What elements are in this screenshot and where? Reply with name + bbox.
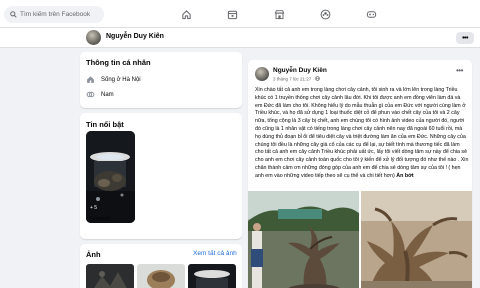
groups-icon[interactable] bbox=[317, 6, 333, 22]
featured-title: Tin nổi bật bbox=[86, 120, 124, 129]
gender-icon bbox=[86, 91, 95, 98]
avatar[interactable] bbox=[86, 30, 101, 45]
home-location-icon bbox=[87, 76, 94, 83]
profile-name[interactable]: Nguyễn Duy Kiên bbox=[106, 33, 164, 40]
intro-card: Thông tin cá nhân Sống ở Hà Nội Nam bbox=[80, 52, 242, 108]
post-card: Nguyễn Duy Kiên 3 tháng 7 lúc 21:27 · ••… bbox=[248, 60, 472, 288]
post-timestamp[interactable]: 3 tháng 7 lúc 21:27 · bbox=[273, 76, 321, 82]
featured-story-thumbnail[interactable]: + 5 bbox=[86, 131, 135, 223]
search-box[interactable] bbox=[4, 6, 104, 23]
photo-image bbox=[137, 264, 185, 288]
post-photo[interactable] bbox=[248, 191, 359, 288]
post-more-options-button[interactable]: ••• bbox=[456, 66, 463, 75]
photos-card: Ảnh Xem tất cả ảnh bbox=[80, 244, 242, 288]
calendar-icon[interactable] bbox=[224, 6, 240, 22]
featured-count: + 5 bbox=[90, 205, 98, 211]
featured-label: Featured bbox=[90, 216, 111, 222]
home-icon[interactable] bbox=[178, 6, 194, 22]
post-text: Xin chào tất cả anh em trong làng chơi c… bbox=[255, 87, 469, 181]
profile-sticky-header: Nguyễn Duy Kiên ••• bbox=[0, 28, 480, 48]
post-date-text: 3 tháng 7 lúc 21:27 · bbox=[273, 76, 316, 82]
photo-image bbox=[188, 264, 236, 288]
intro-title: Thông tin cá nhân bbox=[86, 58, 151, 67]
bonsai-photo-right bbox=[361, 191, 472, 288]
more-options-button[interactable]: ••• bbox=[456, 32, 474, 44]
see-all-photos-link[interactable]: Xem tất cả ảnh bbox=[193, 250, 237, 257]
photo-thumbnail[interactable] bbox=[86, 264, 134, 288]
location-row: Sống ở Hà Nội bbox=[86, 75, 141, 84]
avatar[interactable] bbox=[255, 67, 269, 81]
see-less-link[interactable]: Ẩn bớt bbox=[396, 173, 413, 179]
gender-row: Nam bbox=[86, 90, 114, 99]
featured-card: Tin nổi bật + 5 Featured bbox=[80, 113, 242, 239]
top-navigation-bar bbox=[0, 0, 480, 28]
globe-icon bbox=[315, 76, 321, 81]
left-gutter bbox=[0, 48, 74, 288]
gender-text: Nam bbox=[101, 91, 114, 98]
photo-thumbnail[interactable] bbox=[188, 264, 236, 288]
bonsai-photo-left bbox=[248, 191, 359, 288]
search-icon bbox=[10, 11, 17, 18]
photos-title: Ảnh bbox=[86, 250, 101, 259]
post-author[interactable]: Nguyễn Duy Kiên bbox=[273, 67, 327, 74]
photo-image bbox=[86, 264, 134, 288]
search-input[interactable] bbox=[20, 11, 100, 18]
storefront-icon[interactable] bbox=[271, 6, 287, 22]
post-photo[interactable] bbox=[361, 191, 472, 288]
location-text[interactable]: Sống ở Hà Nội bbox=[101, 77, 141, 83]
gaming-icon[interactable] bbox=[363, 6, 379, 22]
post-body: Xin chào tất cả anh em trong làng chơi c… bbox=[255, 87, 469, 179]
photo-thumbnail[interactable] bbox=[137, 264, 185, 288]
